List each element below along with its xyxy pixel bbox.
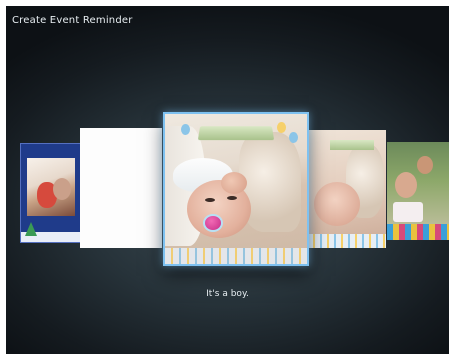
party-decoration <box>387 224 449 240</box>
baby-variant-template-card[interactable] <box>308 130 386 248</box>
border-pattern <box>165 248 307 264</box>
balloon-icon <box>277 122 286 133</box>
pacifier-icon <box>203 214 223 232</box>
blank-template-card[interactable] <box>80 128 162 248</box>
cake-icon <box>393 202 423 222</box>
border-pattern <box>308 234 386 248</box>
birthday-template-card[interactable] <box>387 142 449 240</box>
photo-frame-screen: Create Event Reminder It's a boy. <box>6 6 449 354</box>
banner-decoration <box>197 126 275 141</box>
christmas-tree-icon <box>25 222 37 236</box>
balloon-icon <box>289 132 298 143</box>
template-caption: It's a boy. <box>206 289 249 299</box>
baby-photo <box>165 114 307 264</box>
balloon-icon <box>181 124 190 135</box>
its-a-boy-template-card[interactable] <box>163 112 309 266</box>
christmas-template-card[interactable] <box>20 143 82 243</box>
banner-decoration <box>330 140 374 150</box>
template-carousel[interactable] <box>6 6 449 354</box>
birthday-photo-thumbnail <box>395 172 417 198</box>
christmas-photo-thumbnail <box>27 158 75 216</box>
baby-photo-thumbnail <box>314 182 360 226</box>
